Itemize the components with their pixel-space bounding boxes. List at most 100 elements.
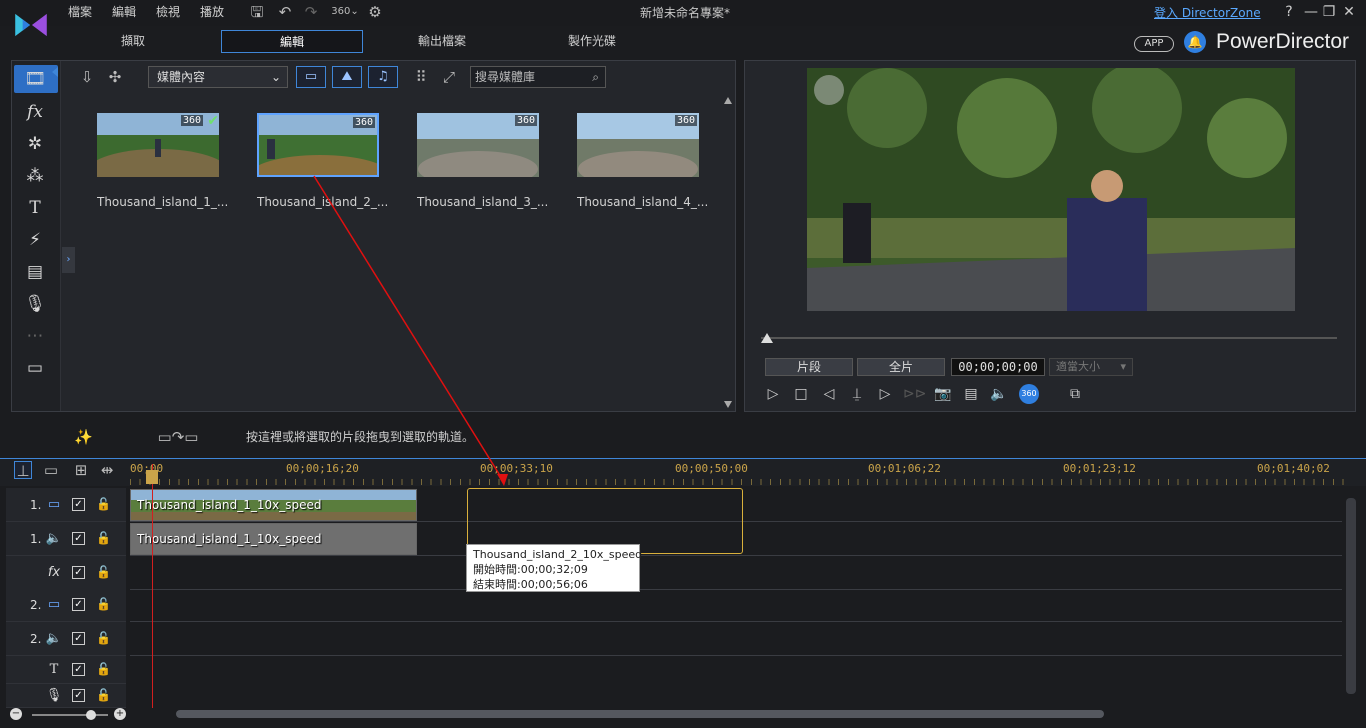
magic-tools-icon[interactable]: ✨ [74, 428, 93, 446]
media-thumb-4[interactable]: 360 [577, 113, 699, 177]
track-enable-checkbox[interactable]: ✓ [72, 689, 85, 702]
audio-mix-room-icon[interactable]: ▤ [22, 261, 48, 283]
tab-produce[interactable]: 輸出檔案 [371, 30, 513, 53]
menu-view[interactable]: 檢視 [156, 3, 180, 20]
media-room-icon[interactable]: 🎞 [22, 68, 48, 90]
insert-to-track-icon[interactable]: ▭↷▭ [146, 428, 210, 446]
tab-edit[interactable]: 編輯 [221, 30, 363, 53]
next-frame-icon[interactable]: ▷ [875, 384, 895, 404]
track-enable-checkbox[interactable]: ✓ [72, 632, 85, 645]
library-scrollbar[interactable] [722, 95, 734, 411]
menu-play[interactable]: 播放 [200, 3, 224, 20]
track-manager-icon[interactable]: ⊞ [72, 461, 90, 479]
split-icon[interactable]: ⍊ [847, 384, 867, 404]
zoom-slider-track[interactable] [32, 714, 108, 716]
volume-icon[interactable]: 🔈 [989, 384, 1009, 404]
track-enable-checkbox[interactable]: ✓ [72, 598, 85, 611]
signin-link[interactable]: 登入 DirectorZone [1154, 4, 1261, 21]
zoom-slider-handle[interactable] [86, 710, 96, 720]
close-icon[interactable]: ✕ [1340, 3, 1358, 21]
menu-file[interactable]: 檔案 [68, 3, 92, 20]
timeline-vertical-scrollbar[interactable] [1346, 498, 1356, 694]
playhead-line[interactable] [152, 464, 153, 708]
timeline-ruler[interactable]: ⊥ ▭ ⊞ ⇹ 00;00 00;00;16;20 00;00;33;10 00… [0, 458, 1366, 486]
effects-room-icon[interactable]: fx [22, 101, 48, 123]
lock-icon[interactable]: 🔓 [96, 495, 111, 513]
scroll-down-icon[interactable] [724, 401, 732, 408]
media-thumb-1[interactable]: 360 ✔ [97, 113, 219, 177]
lock-icon[interactable]: 🔓 [96, 660, 111, 678]
snapshot-camera-icon[interactable]: 📷 [933, 384, 953, 404]
lock-icon[interactable]: 🔓 [96, 563, 111, 581]
360-view-mode-icon[interactable]: 360 [1019, 384, 1039, 404]
clip-mode-button[interactable]: 片段 [765, 358, 853, 376]
save-icon[interactable]: 🖫 [248, 3, 266, 21]
minimize-icon[interactable]: — [1302, 3, 1320, 21]
chapter-room-icon[interactable]: ⋯ [22, 325, 48, 347]
help-button[interactable]: ? [1280, 3, 1298, 21]
sidebar-collapse-arrow-icon[interactable] [52, 67, 58, 77]
media-thumb-3[interactable]: 360 [417, 113, 539, 177]
import-media-icon[interactable]: ⇩ [78, 68, 96, 86]
play-icon[interactable]: ▷ [763, 384, 783, 404]
video-clip[interactable]: Thousand_island_1_10x_speed [130, 489, 417, 521]
previous-frame-icon[interactable]: ◁ [819, 384, 839, 404]
track-body-audio-2[interactable] [130, 622, 1342, 656]
redo-icon[interactable]: ↷ [302, 3, 320, 21]
timeline-view-icon[interactable]: ⊥ [14, 461, 32, 480]
zoom-in-icon[interactable]: + [114, 708, 126, 720]
view-grid-icon[interactable]: ⠿ [412, 68, 430, 86]
media-thumb-2[interactable]: 360 [257, 113, 379, 177]
seek-handle[interactable] [761, 333, 773, 343]
media-content-select[interactable]: 媒體內容 ⌄ [148, 66, 288, 88]
playhead-handle[interactable] [146, 470, 158, 484]
scroll-up-icon[interactable] [724, 97, 732, 104]
track-body-fx[interactable] [130, 556, 1342, 590]
track-enable-checkbox[interactable]: ✓ [72, 566, 85, 579]
settings-gear-icon[interactable]: ⚙ [366, 3, 384, 21]
scrollbar-thumb[interactable] [176, 710, 1104, 718]
zoom-out-icon[interactable]: − [10, 708, 22, 720]
stop-icon[interactable]: □ [791, 384, 811, 404]
track-body-video-2[interactable] [130, 588, 1342, 622]
app-button[interactable]: APP [1134, 36, 1174, 52]
pip-room-icon[interactable]: ✲ [22, 133, 48, 155]
fullscreen-library-icon[interactable]: ⤢ [440, 68, 458, 86]
filter-audio-button[interactable]: ♫ [368, 66, 398, 88]
track-enable-checkbox[interactable]: ✓ [72, 498, 85, 511]
fast-forward-icon[interactable]: ⊳⊳ [903, 384, 926, 404]
plugins-icon[interactable]: ✣ [106, 68, 124, 86]
undo-icon[interactable]: ↶ [276, 3, 294, 21]
audio-clip[interactable]: Thousand_island_1_10x_speed [130, 523, 417, 555]
track-enable-checkbox[interactable]: ✓ [72, 532, 85, 545]
expand-panel-chevron-icon[interactable]: › [62, 247, 75, 273]
restore-icon[interactable]: ❐ [1320, 3, 1338, 21]
lock-icon[interactable]: 🔓 [96, 686, 111, 704]
zoom-fit-select[interactable]: 適當大小 ▾ [1049, 358, 1133, 376]
filter-image-button[interactable]: ⛰ [332, 66, 362, 88]
menu-edit[interactable]: 編輯 [112, 3, 136, 20]
movie-mode-button[interactable]: 全片 [857, 358, 945, 376]
timeline-horizontal-scrollbar[interactable] [130, 708, 1342, 720]
lock-icon[interactable]: 🔓 [96, 595, 111, 613]
subtitle-room-icon[interactable]: ▭ [22, 357, 48, 379]
storyboard-view-icon[interactable]: ▭ [42, 461, 60, 479]
filter-video-button[interactable]: ▭ [296, 66, 326, 88]
library-search-input[interactable]: 搜尋媒體庫 ⌕ [470, 66, 606, 88]
lock-icon[interactable]: 🔓 [96, 629, 111, 647]
timecode-display[interactable]: 00;00;00;00 [951, 358, 1045, 376]
preview-seek-bar[interactable] [761, 337, 1337, 339]
fit-timeline-icon[interactable]: ⇹ [98, 461, 116, 479]
tab-capture[interactable]: 擷取 [62, 30, 204, 53]
title-room-icon[interactable]: T [22, 197, 48, 219]
subtitle-icon[interactable]: ▤ [961, 384, 981, 404]
voice-over-room-icon[interactable]: 🎙 [22, 293, 48, 315]
undock-preview-icon[interactable]: ⧉ [1065, 384, 1085, 404]
tab-create-disc[interactable]: 製作光碟 [521, 30, 663, 53]
360-view-icon[interactable]: 360⌄ [330, 3, 360, 21]
particle-room-icon[interactable]: ⁂ [22, 165, 48, 187]
lock-icon[interactable]: 🔓 [96, 529, 111, 547]
transition-room-icon[interactable]: ⚡ [22, 229, 48, 251]
notification-bell-icon[interactable]: 🔔 [1184, 31, 1206, 53]
track-enable-checkbox[interactable]: ✓ [72, 663, 85, 676]
